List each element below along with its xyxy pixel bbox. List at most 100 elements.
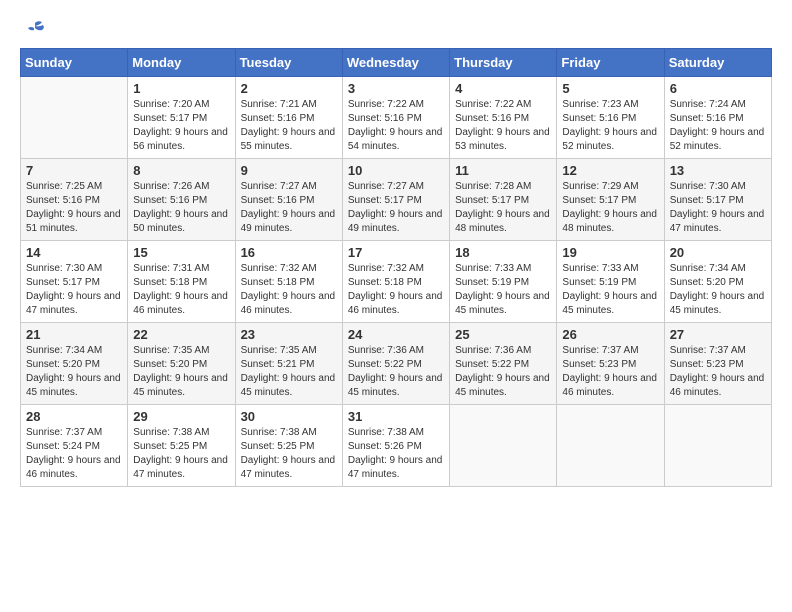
day-info: Sunrise: 7:26 AMSunset: 5:16 PMDaylight:… <box>133 180 229 236</box>
calendar-cell: 9 Sunrise: 7:27 AMSunset: 5:16 PMDaylight… <box>235 159 342 241</box>
day-number: 21 <box>26 327 122 342</box>
calendar-cell: 30 Sunrise: 7:38 AMSunset: 5:25 PMDayligh… <box>235 405 342 487</box>
calendar-cell: 7 Sunrise: 7:25 AMSunset: 5:16 PMDaylight… <box>21 159 128 241</box>
day-number: 27 <box>670 327 766 342</box>
calendar-cell <box>21 77 128 159</box>
day-info: Sunrise: 7:31 AMSunset: 5:18 PMDaylight:… <box>133 262 229 318</box>
calendar-cell: 24Sunrise: 7:36 AMSunset: 5:22 PMDayligh… <box>342 323 449 405</box>
day-header-friday: Friday <box>557 49 664 77</box>
day-info: Sunrise: 7:29 AMSunset: 5:17 PMDaylight:… <box>562 180 658 236</box>
day-info: Sunrise: 7:23 AMSunset: 5:16 PMDaylight:… <box>562 98 658 154</box>
day-number: 8 <box>133 163 229 178</box>
calendar-cell: 13 Sunrise: 7:30 AMSunset: 5:17 PMDayligh… <box>664 159 771 241</box>
day-info: Sunrise: 7:38 AMSunset: 5:26 PMDaylight:… <box>348 426 444 482</box>
day-info: Sunrise: 7:27 AMSunset: 5:16 PMDaylight:… <box>241 180 337 236</box>
calendar-cell: 1 Sunrise: 7:20 AMSunset: 5:17 PMDaylight… <box>128 77 235 159</box>
day-number: 1 <box>133 81 229 96</box>
day-info: Sunrise: 7:33 AMSunset: 5:19 PMDaylight:… <box>562 262 658 318</box>
day-info: Sunrise: 7:38 AMSunset: 5:25 PMDaylight:… <box>133 426 229 482</box>
calendar-cell: 4 Sunrise: 7:22 AMSunset: 5:16 PMDaylight… <box>450 77 557 159</box>
day-number: 24 <box>348 327 444 342</box>
calendar-cell: 5 Sunrise: 7:23 AMSunset: 5:16 PMDaylight… <box>557 77 664 159</box>
day-info: Sunrise: 7:34 AMSunset: 5:20 PMDaylight:… <box>670 262 766 318</box>
calendar-header-row: SundayMondayTuesdayWednesdayThursdayFrid… <box>21 49 772 77</box>
calendar-week-1: 1 Sunrise: 7:20 AMSunset: 5:17 PMDaylight… <box>21 77 772 159</box>
day-info: Sunrise: 7:38 AMSunset: 5:25 PMDaylight:… <box>241 426 337 482</box>
day-info: Sunrise: 7:27 AMSunset: 5:17 PMDaylight:… <box>348 180 444 236</box>
calendar-cell: 28 Sunrise: 7:37 AMSunset: 5:24 PMDayligh… <box>21 405 128 487</box>
calendar-cell: 26 Sunrise: 7:37 AMSunset: 5:23 PMDayligh… <box>557 323 664 405</box>
day-number: 12 <box>562 163 658 178</box>
day-number: 10 <box>348 163 444 178</box>
calendar-cell: 15 Sunrise: 7:31 AMSunset: 5:18 PMDayligh… <box>128 241 235 323</box>
day-info: Sunrise: 7:20 AMSunset: 5:17 PMDaylight:… <box>133 98 229 154</box>
day-number: 13 <box>670 163 766 178</box>
day-header-thursday: Thursday <box>450 49 557 77</box>
calendar-cell <box>450 405 557 487</box>
day-header-sunday: Sunday <box>21 49 128 77</box>
calendar-cell: 16 Sunrise: 7:32 AMSunset: 5:18 PMDayligh… <box>235 241 342 323</box>
day-number: 20 <box>670 245 766 260</box>
day-info: Sunrise: 7:30 AMSunset: 5:17 PMDaylight:… <box>26 262 122 318</box>
calendar-week-4: 21 Sunrise: 7:34 AMSunset: 5:20 PMDayligh… <box>21 323 772 405</box>
calendar-cell: 25Sunrise: 7:36 AMSunset: 5:22 PMDayligh… <box>450 323 557 405</box>
day-header-tuesday: Tuesday <box>235 49 342 77</box>
day-info: Sunrise: 7:33 AMSunset: 5:19 PMDaylight:… <box>455 262 551 318</box>
calendar-cell: 12 Sunrise: 7:29 AMSunset: 5:17 PMDayligh… <box>557 159 664 241</box>
logo-bird-icon <box>24 20 46 38</box>
day-info: Sunrise: 7:22 AMSunset: 5:16 PMDaylight:… <box>348 98 444 154</box>
day-number: 3 <box>348 81 444 96</box>
day-number: 15 <box>133 245 229 260</box>
day-info: Sunrise: 7:35 AMSunset: 5:21 PMDaylight:… <box>241 344 337 400</box>
day-number: 2 <box>241 81 337 96</box>
day-header-monday: Monday <box>128 49 235 77</box>
day-number: 4 <box>455 81 551 96</box>
calendar-cell: 23 Sunrise: 7:35 AMSunset: 5:21 PMDayligh… <box>235 323 342 405</box>
day-number: 9 <box>241 163 337 178</box>
day-info: Sunrise: 7:37 AMSunset: 5:23 PMDaylight:… <box>562 344 658 400</box>
calendar-cell: 2 Sunrise: 7:21 AMSunset: 5:16 PMDaylight… <box>235 77 342 159</box>
calendar-week-2: 7 Sunrise: 7:25 AMSunset: 5:16 PMDaylight… <box>21 159 772 241</box>
day-number: 28 <box>26 409 122 424</box>
day-info: Sunrise: 7:37 AMSunset: 5:23 PMDaylight:… <box>670 344 766 400</box>
calendar-table: SundayMondayTuesdayWednesdayThursdayFrid… <box>20 48 772 487</box>
calendar-cell: 21 Sunrise: 7:34 AMSunset: 5:20 PMDayligh… <box>21 323 128 405</box>
day-info: Sunrise: 7:30 AMSunset: 5:17 PMDaylight:… <box>670 180 766 236</box>
day-number: 23 <box>241 327 337 342</box>
day-number: 31 <box>348 409 444 424</box>
day-info: Sunrise: 7:28 AMSunset: 5:17 PMDaylight:… <box>455 180 551 236</box>
day-info: Sunrise: 7:32 AMSunset: 5:18 PMDaylight:… <box>348 262 444 318</box>
day-number: 11 <box>455 163 551 178</box>
day-number: 16 <box>241 245 337 260</box>
calendar-cell: 22Sunrise: 7:35 AMSunset: 5:20 PMDayligh… <box>128 323 235 405</box>
calendar-week-5: 28 Sunrise: 7:37 AMSunset: 5:24 PMDayligh… <box>21 405 772 487</box>
calendar-cell: 19 Sunrise: 7:33 AMSunset: 5:19 PMDayligh… <box>557 241 664 323</box>
day-number: 5 <box>562 81 658 96</box>
day-header-wednesday: Wednesday <box>342 49 449 77</box>
day-info: Sunrise: 7:35 AMSunset: 5:20 PMDaylight:… <box>133 344 229 400</box>
day-info: Sunrise: 7:37 AMSunset: 5:24 PMDaylight:… <box>26 426 122 482</box>
calendar-cell: 3 Sunrise: 7:22 AMSunset: 5:16 PMDaylight… <box>342 77 449 159</box>
day-number: 29 <box>133 409 229 424</box>
day-info: Sunrise: 7:25 AMSunset: 5:16 PMDaylight:… <box>26 180 122 236</box>
calendar-cell: 20 Sunrise: 7:34 AMSunset: 5:20 PMDayligh… <box>664 241 771 323</box>
day-info: Sunrise: 7:21 AMSunset: 5:16 PMDaylight:… <box>241 98 337 154</box>
calendar-cell: 11 Sunrise: 7:28 AMSunset: 5:17 PMDayligh… <box>450 159 557 241</box>
calendar-week-3: 14Sunrise: 7:30 AMSunset: 5:17 PMDayligh… <box>21 241 772 323</box>
logo <box>20 20 46 38</box>
calendar-cell: 27 Sunrise: 7:37 AMSunset: 5:23 PMDayligh… <box>664 323 771 405</box>
day-info: Sunrise: 7:34 AMSunset: 5:20 PMDaylight:… <box>26 344 122 400</box>
page-header <box>20 20 772 38</box>
calendar-cell: 6Sunrise: 7:24 AMSunset: 5:16 PMDaylight… <box>664 77 771 159</box>
calendar-cell: 29 Sunrise: 7:38 AMSunset: 5:25 PMDayligh… <box>128 405 235 487</box>
calendar-cell: 14Sunrise: 7:30 AMSunset: 5:17 PMDayligh… <box>21 241 128 323</box>
day-number: 26 <box>562 327 658 342</box>
day-info: Sunrise: 7:32 AMSunset: 5:18 PMDaylight:… <box>241 262 337 318</box>
day-number: 6 <box>670 81 766 96</box>
day-number: 19 <box>562 245 658 260</box>
day-number: 18 <box>455 245 551 260</box>
day-info: Sunrise: 7:22 AMSunset: 5:16 PMDaylight:… <box>455 98 551 154</box>
day-number: 7 <box>26 163 122 178</box>
day-number: 30 <box>241 409 337 424</box>
day-number: 17 <box>348 245 444 260</box>
